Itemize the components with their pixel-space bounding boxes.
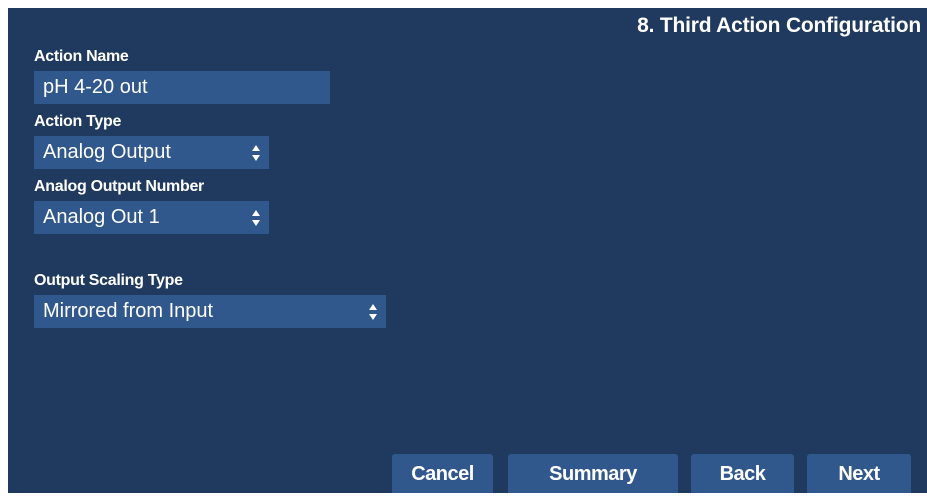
configuration-panel: 8. Third Action Configuration Action Nam… [8,8,927,493]
output-scaling-type-selected: Mirrored from Input [43,300,214,322]
up-down-arrows-icon [369,304,378,320]
action-name-input[interactable]: pH 4-20 out [34,71,330,104]
up-down-arrows-icon [252,210,261,226]
analog-output-number-selected: Analog Out 1 [43,206,160,228]
back-button[interactable]: Back [691,454,794,493]
action-name-value: pH 4-20 out [43,76,148,98]
action-type-selected: Analog Output [43,141,171,163]
summary-button[interactable]: Summary [508,454,678,493]
output-scaling-type-select[interactable]: Mirrored from Input [34,295,386,328]
output-scaling-type-label: Output Scaling Type [34,272,183,289]
action-type-select[interactable]: Analog Output [34,136,269,169]
analog-output-number-select[interactable]: Analog Out 1 [34,201,269,234]
action-name-label: Action Name [34,48,129,65]
next-button[interactable]: Next [807,454,911,493]
cancel-button[interactable]: Cancel [392,454,493,493]
analog-output-number-label: Analog Output Number [34,178,204,195]
up-down-arrows-icon [252,145,261,161]
action-type-label: Action Type [34,113,122,130]
page-title: 8. Third Action Configuration [637,14,921,37]
